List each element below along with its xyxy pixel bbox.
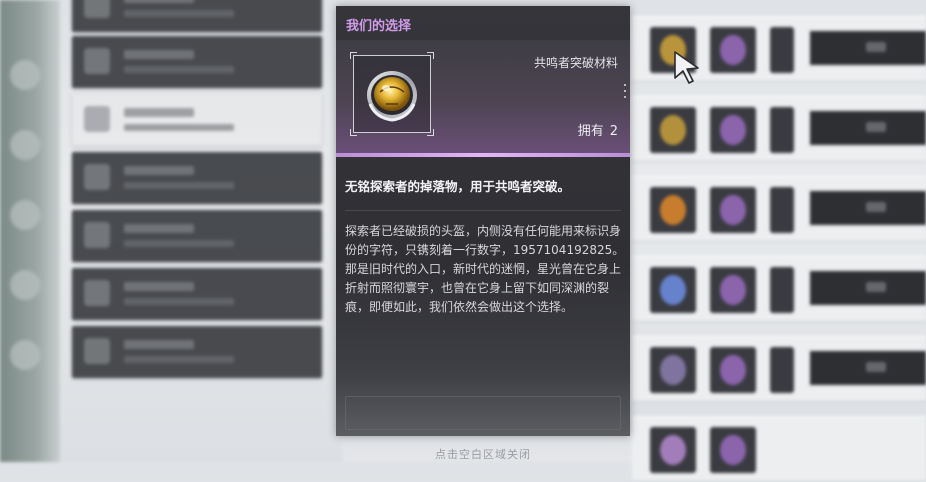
nav-icon <box>10 340 40 370</box>
row-action-button[interactable] <box>810 191 926 225</box>
material-slot[interactable] <box>770 267 794 313</box>
material-slot[interactable] <box>650 107 696 153</box>
category-icon <box>84 0 110 18</box>
nav-icon <box>10 270 40 300</box>
category-item[interactable] <box>72 326 322 378</box>
material-slot[interactable] <box>650 267 696 313</box>
item-description: 探索者已经破损的头盔，内侧没有任何能用来标识身份的字符，只镌刻着一行数字，195… <box>345 222 625 317</box>
description-paragraph: 探索者已经破损的头盔，内侧没有任何能用来标识身份的字符，只镌刻着一行数字，195… <box>345 224 625 257</box>
material-slot[interactable] <box>770 107 794 153</box>
divider <box>345 210 621 211</box>
material-slot[interactable] <box>650 427 696 473</box>
category-icon <box>84 48 110 74</box>
material-slot[interactable] <box>710 347 756 393</box>
category-item[interactable] <box>72 268 322 320</box>
owned-count: 拥有 2 <box>578 120 618 139</box>
material-slot[interactable] <box>710 107 756 153</box>
left-nav-strip <box>0 0 60 462</box>
category-item[interactable] <box>72 36 322 88</box>
owned-label: 拥有 <box>577 124 604 139</box>
owned-number: 2 <box>609 124 618 139</box>
item-category: 共鸣者突破材料 <box>533 56 618 70</box>
category-item[interactable] <box>72 210 322 262</box>
material-slot[interactable] <box>770 187 794 233</box>
row-action-button[interactable] <box>810 31 926 65</box>
row-action-button[interactable] <box>810 271 926 305</box>
material-row[interactable] <box>632 416 926 482</box>
item-header: 共鸣者突破材料 拥有 2 <box>336 40 630 153</box>
nav-icon <box>10 130 40 160</box>
material-slot[interactable] <box>710 27 756 73</box>
panel-footer-slot <box>345 396 621 430</box>
close-hint[interactable]: 点击空白区域关闭 <box>435 446 531 462</box>
category-icon <box>84 280 110 306</box>
category-item-selected[interactable] <box>72 94 322 146</box>
item-icon-frame <box>350 52 434 136</box>
mouse-cursor-icon <box>674 51 699 84</box>
item-name: 我们的选择 <box>346 19 412 34</box>
item-summary: 无铭探索者的掉落物，用于共鸣者突破。 <box>345 179 571 194</box>
scroll-indicator <box>624 84 627 104</box>
category-icon <box>84 338 110 364</box>
material-slot[interactable] <box>650 187 696 233</box>
description-paragraph: 那是旧时代的入口，新时代的迷惘，星光曾在它身上折射而照彻寰宇，也曾在它身上留下如… <box>345 262 622 314</box>
material-slot[interactable] <box>650 347 696 393</box>
row-action-button[interactable] <box>810 111 926 145</box>
material-slot[interactable] <box>770 347 794 393</box>
rarity-bar <box>336 153 630 157</box>
material-row[interactable] <box>632 176 926 242</box>
row-action-button[interactable] <box>810 351 926 385</box>
material-row[interactable] <box>632 96 926 162</box>
category-icon <box>84 164 110 190</box>
category-icon <box>84 106 110 132</box>
category-item[interactable] <box>72 0 322 32</box>
category-item[interactable] <box>72 152 322 204</box>
nav-icon <box>10 60 40 90</box>
material-row[interactable] <box>632 256 926 322</box>
material-row[interactable] <box>632 336 926 402</box>
material-slot[interactable] <box>710 427 756 473</box>
category-icon <box>84 222 110 248</box>
nav-icon <box>10 200 40 230</box>
helmet-icon <box>367 71 417 122</box>
material-slot[interactable] <box>710 187 756 233</box>
item-detail-panel: 我们的选择 共鸣者突破材料 拥有 2 无铭探索者的掉落物，用于共鸣者突破。 探索… <box>336 6 630 436</box>
material-slot[interactable] <box>710 267 756 313</box>
material-slot[interactable] <box>770 27 794 73</box>
